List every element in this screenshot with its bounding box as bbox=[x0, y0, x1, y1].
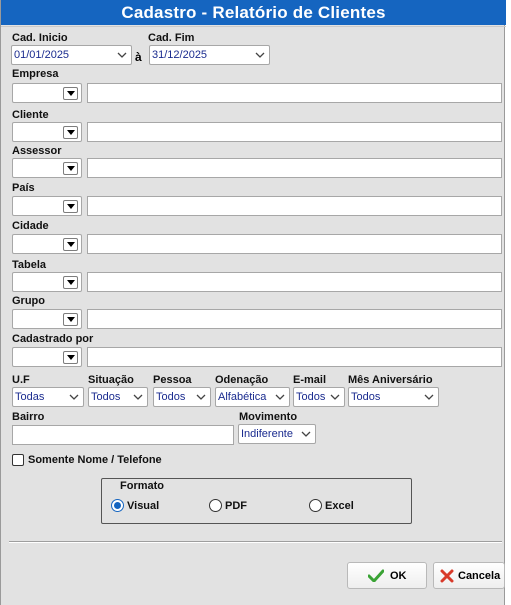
cidade-selector[interactable] bbox=[12, 234, 82, 254]
pais-label: País bbox=[12, 182, 35, 194]
somente-nome-checkbox[interactable] bbox=[12, 454, 24, 466]
report-dialog: Cadastro - Relatório de Clientes Cad. In… bbox=[0, 0, 506, 605]
cancel-button[interactable]: Cancela bbox=[433, 562, 505, 589]
cidade-input[interactable] bbox=[87, 234, 502, 254]
close-icon bbox=[440, 569, 454, 583]
pessoa-select[interactable]: Todos bbox=[153, 387, 211, 407]
ordenacao-value: Alfabética bbox=[218, 391, 267, 403]
end-date-value: 31/12/2025 bbox=[152, 49, 208, 61]
assessor-label: Assessor bbox=[12, 145, 62, 157]
pessoa-label: Pessoa bbox=[153, 374, 192, 386]
pais-selector[interactable] bbox=[12, 196, 82, 216]
visual-label: Visual bbox=[127, 500, 160, 512]
start-date-picker[interactable]: 01/01/2025 bbox=[11, 45, 132, 65]
aniversario-label: Mês Aniversário bbox=[348, 374, 433, 386]
empresa-input[interactable] bbox=[87, 83, 502, 103]
email-select[interactable]: Todos bbox=[293, 387, 345, 407]
dropdown-button[interactable] bbox=[63, 238, 78, 251]
movimento-value: Indiferente bbox=[241, 428, 293, 440]
triangle-down-icon bbox=[67, 91, 75, 96]
excel-radio[interactable] bbox=[309, 499, 322, 512]
dropdown-button[interactable] bbox=[63, 162, 78, 175]
title-divider bbox=[1, 26, 506, 27]
formato-title: Formato bbox=[120, 480, 164, 492]
cadastrado-por-selector[interactable] bbox=[12, 347, 82, 367]
cancel-label: Cancela bbox=[458, 570, 501, 582]
end-date-picker[interactable]: 31/12/2025 bbox=[149, 45, 270, 65]
pdf-radio[interactable] bbox=[209, 499, 222, 512]
pessoa-value: Todos bbox=[156, 391, 186, 403]
chevron-down-icon[interactable] bbox=[274, 390, 286, 404]
triangle-down-icon bbox=[67, 204, 75, 209]
cliente-selector[interactable] bbox=[12, 122, 82, 142]
triangle-down-icon bbox=[67, 317, 75, 322]
checkmark-icon bbox=[368, 569, 384, 582]
pdf-label: PDF bbox=[225, 500, 247, 512]
cidade-label: Cidade bbox=[12, 220, 49, 232]
dropdown-button[interactable] bbox=[63, 200, 78, 213]
somente-nome-label: Somente Nome / Telefone bbox=[28, 454, 162, 466]
aniversario-value: Todos bbox=[351, 391, 381, 403]
email-label: E-mail bbox=[293, 374, 327, 386]
empresa-selector[interactable] bbox=[12, 83, 82, 103]
uf-label: U.F bbox=[12, 374, 30, 386]
chevron-down-icon[interactable] bbox=[300, 427, 312, 441]
tabela-label: Tabela bbox=[12, 259, 47, 271]
ok-label: OK bbox=[390, 570, 407, 582]
uf-value: Todas bbox=[15, 391, 45, 403]
empresa-label: Empresa bbox=[12, 68, 59, 80]
dropdown-button[interactable] bbox=[63, 351, 78, 364]
date-separator: à bbox=[135, 50, 142, 64]
movimento-label: Movimento bbox=[239, 411, 298, 423]
chevron-down-icon[interactable] bbox=[423, 390, 435, 404]
triangle-down-icon bbox=[67, 242, 75, 247]
triangle-down-icon bbox=[67, 355, 75, 360]
grupo-selector[interactable] bbox=[12, 309, 82, 329]
email-value: Todos bbox=[296, 391, 326, 403]
dropdown-button[interactable] bbox=[63, 313, 78, 326]
visual-radio[interactable] bbox=[111, 499, 124, 512]
end-date-label: Cad. Fim bbox=[148, 32, 195, 44]
ordenacao-select[interactable]: Alfabética bbox=[215, 387, 290, 407]
tabela-selector[interactable] bbox=[12, 272, 82, 292]
chevron-down-icon[interactable] bbox=[329, 390, 341, 404]
start-date-label: Cad. Inicio bbox=[12, 32, 68, 44]
grupo-label: Grupo bbox=[12, 295, 45, 307]
movimento-select[interactable]: Indiferente bbox=[238, 424, 316, 444]
cliente-input[interactable] bbox=[87, 122, 502, 142]
tabela-input[interactable] bbox=[87, 272, 502, 292]
triangle-down-icon bbox=[67, 166, 75, 171]
dropdown-button[interactable] bbox=[63, 276, 78, 289]
assessor-selector[interactable] bbox=[12, 158, 82, 178]
assessor-input[interactable] bbox=[87, 158, 502, 178]
excel-label: Excel bbox=[325, 500, 354, 512]
cadastrado-por-label: Cadastrado por bbox=[12, 333, 94, 345]
triangle-down-icon bbox=[67, 130, 75, 135]
situacao-label: Situação bbox=[88, 374, 134, 386]
triangle-down-icon bbox=[67, 280, 75, 285]
pais-input[interactable] bbox=[87, 196, 502, 216]
start-date-value: 01/01/2025 bbox=[14, 49, 70, 61]
dropdown-button[interactable] bbox=[63, 126, 78, 139]
cadastrado-por-input[interactable] bbox=[87, 347, 502, 367]
grupo-input[interactable] bbox=[87, 309, 502, 329]
bairro-label: Bairro bbox=[12, 411, 45, 423]
dropdown-button[interactable] bbox=[63, 87, 78, 100]
chevron-down-icon[interactable] bbox=[132, 390, 144, 404]
chevron-down-icon[interactable] bbox=[68, 390, 80, 404]
uf-select[interactable]: Todas bbox=[12, 387, 84, 407]
situacao-select[interactable]: Todos bbox=[88, 387, 148, 407]
chevron-down-icon[interactable] bbox=[116, 48, 128, 62]
divider-highlight bbox=[9, 542, 502, 543]
aniversario-select[interactable]: Todos bbox=[348, 387, 439, 407]
cliente-label: Cliente bbox=[12, 109, 49, 121]
situacao-value: Todos bbox=[91, 391, 121, 403]
ordenacao-label: Odenação bbox=[215, 374, 269, 386]
bairro-input[interactable] bbox=[12, 425, 234, 445]
chevron-down-icon[interactable] bbox=[254, 48, 266, 62]
ok-button[interactable]: OK bbox=[347, 562, 427, 589]
window-title: Cadastro - Relatório de Clientes bbox=[1, 0, 506, 25]
chevron-down-icon[interactable] bbox=[195, 390, 207, 404]
